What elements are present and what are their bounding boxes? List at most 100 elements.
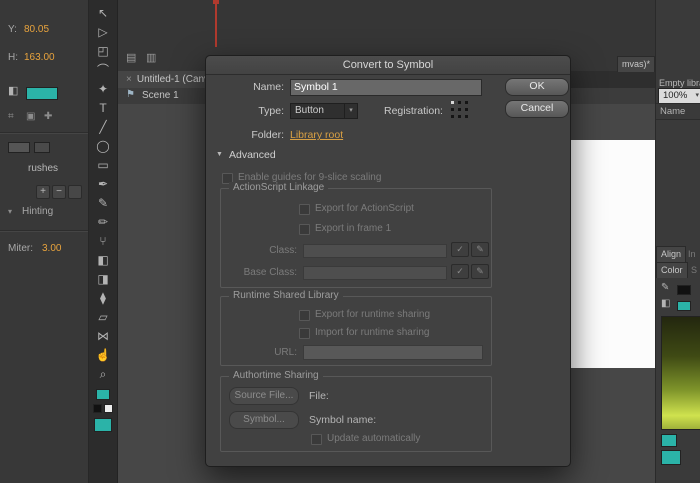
edit-brush-button[interactable]: [68, 185, 82, 199]
default-colors-group: [93, 404, 113, 413]
folder-link[interactable]: Library root: [290, 129, 343, 141]
registration-grid[interactable]: [451, 101, 468, 118]
y-value[interactable]: 80.05: [24, 24, 49, 35]
pencil-tool[interactable]: ✎: [89, 194, 118, 213]
actionscript-linkage-legend: ActionScript Linkage: [229, 182, 328, 193]
type-dropdown[interactable]: Button ▾: [290, 103, 358, 119]
export-frame1-checkbox[interactable]: [299, 224, 310, 235]
swatch-teal-1[interactable]: [661, 434, 677, 447]
lasso-tool[interactable]: ⌒: [89, 61, 118, 80]
ink-bottle-tool[interactable]: ◨: [89, 270, 118, 289]
scene-breadcrumb[interactable]: Scene 1: [142, 90, 179, 101]
dialog-titlebar[interactable]: Convert to Symbol: [206, 56, 570, 75]
bone-tool[interactable]: ⑂: [89, 232, 118, 251]
edit-base-class-button[interactable]: ✎: [471, 264, 489, 279]
base-class-input[interactable]: [303, 266, 447, 280]
stroke-pencil-icon[interactable]: ✎: [661, 283, 669, 293]
black-chip[interactable]: [93, 404, 102, 413]
hand-tool[interactable]: ☝: [89, 346, 118, 365]
app-window: Y: 80.05 H: 163.00 ◧ ⌗ ▣ ✚ rushes + − ▾ …: [0, 0, 700, 483]
tab-align[interactable]: Align: [656, 246, 686, 262]
magic-wand-tool[interactable]: ✦: [89, 80, 118, 99]
update-automatically-label: Update automatically: [327, 433, 420, 444]
ok-button[interactable]: OK: [505, 78, 569, 96]
eyedropper-tool[interactable]: ⧫: [89, 289, 118, 308]
white-chip[interactable]: [104, 404, 113, 413]
brushes-label: rushes: [28, 163, 58, 174]
update-automatically-checkbox[interactable]: [311, 434, 322, 445]
stage-canvas[interactable]: [570, 140, 655, 368]
library-name-header[interactable]: Name: [660, 106, 685, 117]
file-label: File:: [309, 390, 329, 402]
stroke-color-swatch[interactable]: [677, 285, 691, 295]
export-actionscript-checkbox[interactable]: [299, 204, 310, 215]
symbol-name-value: Symbol 1: [294, 81, 338, 93]
cancel-button[interactable]: Cancel: [505, 100, 569, 118]
actionscript-linkage-group: ActionScript Linkage Export for ActionSc…: [220, 188, 492, 288]
export-actionscript-label: Export for ActionScript: [315, 203, 414, 214]
paint-bucket-tool[interactable]: ◧: [89, 251, 118, 270]
advanced-disclosure-icon[interactable]: ▼: [216, 151, 223, 158]
swatch-teal-2[interactable]: [661, 450, 681, 465]
validate-class-button[interactable]: ✓: [451, 242, 469, 257]
class-input[interactable]: [303, 244, 447, 258]
validate-base-class-button[interactable]: ✓: [451, 264, 469, 279]
url-input[interactable]: [303, 345, 483, 360]
header-rule: [656, 119, 700, 120]
playhead-line[interactable]: [215, 0, 217, 47]
zoom-control[interactable]: 100% ▾: [658, 88, 700, 104]
object-drawing-icon[interactable]: ▣: [26, 112, 35, 122]
line-tool[interactable]: ╱: [89, 118, 118, 137]
runtime-shared-library-legend: Runtime Shared Library: [229, 290, 343, 301]
advanced-label[interactable]: Advanced: [229, 149, 276, 161]
subselection-tool[interactable]: ▷: [89, 23, 118, 42]
edit-class-button[interactable]: ✎: [471, 242, 489, 257]
fill-color-swatch[interactable]: [677, 301, 691, 311]
brush-tool[interactable]: ✏: [89, 213, 118, 232]
stroke-color-chip[interactable]: [96, 389, 110, 400]
zoom-tool[interactable]: ⌕: [89, 365, 118, 384]
h-value[interactable]: 163.00: [24, 52, 55, 63]
tab-color[interactable]: Color: [656, 262, 688, 278]
symbol-name-input[interactable]: Symbol 1: [290, 79, 482, 96]
source-file-button[interactable]: Source File...: [229, 387, 299, 405]
rectangle-tool[interactable]: ▭: [89, 156, 118, 175]
document-tab-partial[interactable]: mvas)*: [617, 56, 655, 72]
symbol-button[interactable]: Symbol...: [229, 411, 299, 429]
export-runtime-label: Export for runtime sharing: [315, 309, 430, 320]
panel-divider: [0, 132, 88, 134]
zoom-caret-icon[interactable]: ▾: [695, 91, 699, 99]
convert-to-symbol-dialog: Convert to Symbol Name: Symbol 1 OK Type…: [205, 55, 571, 467]
fill-color-chip[interactable]: [94, 418, 112, 432]
oval-tool[interactable]: ◯: [89, 137, 118, 156]
pen-tool[interactable]: ✒: [89, 175, 118, 194]
style-swatch[interactable]: [8, 142, 30, 153]
export-runtime-checkbox[interactable]: [299, 310, 310, 321]
fill-color-swatch[interactable]: [26, 87, 58, 100]
hinting-caret-icon[interactable]: ▾: [8, 207, 12, 216]
name-label: Name:: [206, 81, 284, 93]
fill-bucket-icon[interactable]: ◧: [661, 299, 670, 309]
tab-swatches-partial[interactable]: S: [691, 265, 697, 275]
dialog-title: Convert to Symbol: [343, 59, 433, 71]
text-tool[interactable]: T: [89, 99, 118, 118]
miter-value[interactable]: 3.00: [42, 243, 61, 254]
style-swatch-2[interactable]: [34, 142, 50, 153]
runtime-shared-library-group: Runtime Shared Library Export for runtim…: [220, 296, 492, 366]
snap-icon[interactable]: ⌗: [8, 112, 14, 122]
import-runtime-checkbox[interactable]: [299, 328, 310, 339]
export-frame1-label: Export in frame 1: [315, 223, 391, 234]
type-label: Type:: [206, 105, 284, 117]
free-transform-tool[interactable]: ◰: [89, 42, 118, 61]
width-tool[interactable]: ⋈: [89, 327, 118, 346]
add-button[interactable]: +: [36, 185, 50, 199]
selection-tool[interactable]: ↖: [89, 4, 118, 23]
add-option-icon[interactable]: ✚: [44, 112, 52, 122]
remove-button[interactable]: −: [52, 185, 66, 199]
tab-info-partial[interactable]: In: [688, 249, 696, 259]
color-picker-field[interactable]: [661, 316, 700, 430]
delete-layer-icon[interactable]: ▥: [146, 53, 156, 64]
new-folder-icon[interactable]: ▤: [126, 53, 136, 64]
eraser-tool[interactable]: ▱: [89, 308, 118, 327]
close-tab-icon[interactable]: ×: [126, 74, 132, 85]
